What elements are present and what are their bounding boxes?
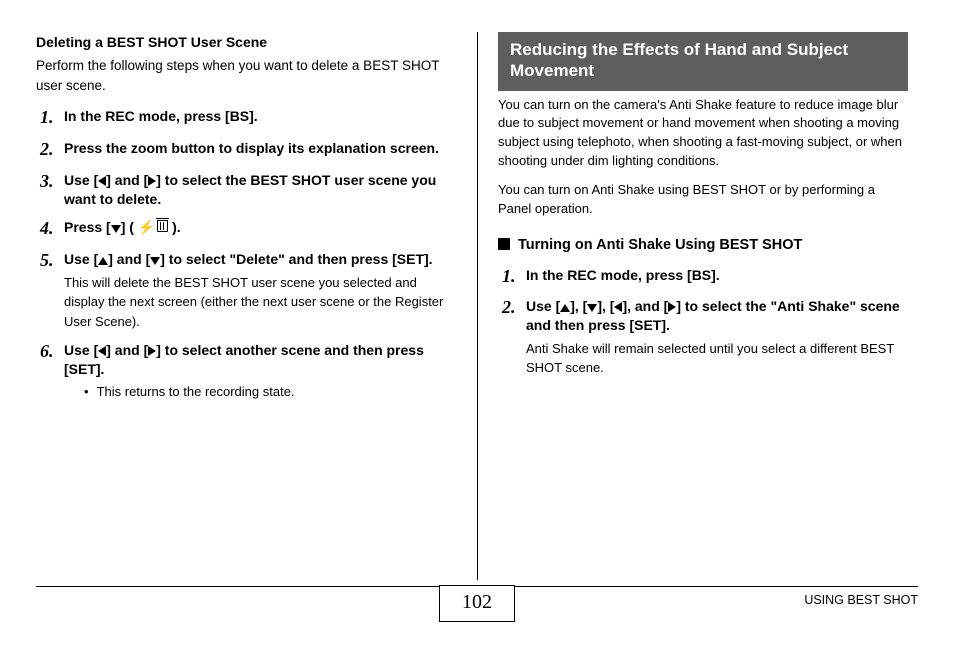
subsection-heading: Turning on Anti Shake Using BEST SHOT <box>498 235 908 256</box>
step-title: Use [] and [] to select another scene an… <box>64 341 457 379</box>
page-content: Deleting a BEST SHOT User Scene Perform … <box>0 0 954 580</box>
step-number: 2. <box>502 297 526 319</box>
step-title: In the REC mode, press [BS]. <box>64 107 457 126</box>
down-arrow-icon <box>150 257 160 265</box>
step-3: 3. Use [] and [] to select the BEST SHOT… <box>36 171 457 209</box>
step-number: 1. <box>40 107 64 129</box>
step-description: Anti Shake will remain selected until yo… <box>526 339 908 378</box>
down-arrow-icon <box>587 304 597 312</box>
body-paragraph: You can turn on Anti Shake using BEST SH… <box>498 181 908 219</box>
step-number: 6. <box>40 341 64 363</box>
trash-icon <box>157 220 168 232</box>
step-6: 6. Use [] and [] to select another scene… <box>36 341 457 402</box>
step-4: 4. Press [] ( ⚡ ). <box>36 218 457 240</box>
left-column: Deleting a BEST SHOT User Scene Perform … <box>36 32 477 580</box>
footer-section-label: USING BEST SHOT <box>804 591 918 609</box>
step-2: 2. Press the zoom button to display its … <box>36 139 457 161</box>
subsection-title: Turning on Anti Shake Using BEST SHOT <box>518 235 802 256</box>
intro-text: Perform the following steps when you wan… <box>36 56 457 95</box>
step-title: Use [], [], [], and [] to select the "An… <box>526 297 908 335</box>
step-title: Press the zoom button to display its exp… <box>64 139 457 158</box>
step-5: 5. Use [] and [] to select "Delete" and … <box>36 250 457 331</box>
step-r1: 1. In the REC mode, press [BS]. <box>498 266 908 288</box>
step-title: Use [] and [] to select the BEST SHOT us… <box>64 171 457 209</box>
page-footer: 102 USING BEST SHOT <box>36 586 918 628</box>
step-number: 1. <box>502 266 526 288</box>
step-description: This will delete the BEST SHOT user scen… <box>64 273 457 332</box>
step-number: 2. <box>40 139 64 161</box>
up-arrow-icon <box>560 304 570 312</box>
step-title: Use [] and [] to select "Delete" and the… <box>64 250 457 269</box>
page-number: 102 <box>439 585 515 622</box>
flash-icon: ⚡ <box>138 220 155 234</box>
square-bullet-icon <box>498 238 510 250</box>
bullet-note: This returns to the recording state. <box>64 383 457 402</box>
step-title: In the REC mode, press [BS]. <box>526 266 908 285</box>
subheading-delete-scene: Deleting a BEST SHOT User Scene <box>36 32 457 52</box>
step-number: 3. <box>40 171 64 193</box>
right-column: Reducing the Effects of Hand and Subject… <box>477 32 918 580</box>
section-heading-anti-shake: Reducing the Effects of Hand and Subject… <box>498 32 908 91</box>
down-arrow-icon <box>111 225 121 233</box>
step-number: 5. <box>40 250 64 272</box>
step-title: Press [] ( ⚡ ). <box>64 218 457 237</box>
body-paragraph: You can turn on the camera's Anti Shake … <box>498 96 908 171</box>
step-r2: 2. Use [], [], [], and [] to select the … <box>498 297 908 378</box>
step-number: 4. <box>40 218 64 240</box>
step-1: 1. In the REC mode, press [BS]. <box>36 107 457 129</box>
up-arrow-icon <box>98 257 108 265</box>
